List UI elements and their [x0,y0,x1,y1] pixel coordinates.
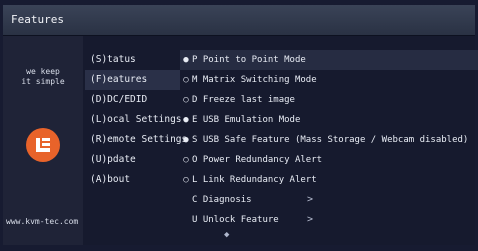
website-url: www.kvm-tec.com [6,217,79,226]
window: Features we keep it simple www.kvm-tec.c… [0,0,478,251]
feature-link-redundancy-alert[interactable]: ○ L Link Redundancy Alert [180,170,478,190]
feature-usb-emulation[interactable]: ● E USB Emulation Mode [180,110,478,130]
radio-on-icon: ● [183,55,189,65]
feature-label: M Matrix Switching Mode [192,75,317,85]
menu-item-remote-settings[interactable]: (R)emote Settings [85,130,187,150]
feature-label: L Link Redundancy Alert [192,175,317,185]
slogan-line-2: it simple [21,77,65,86]
feature-label: P Point to Point Mode [192,55,306,65]
radio-off-icon: ○ [183,95,189,105]
feature-power-redundancy-alert[interactable]: ○ O Power Redundancy Alert [180,150,478,170]
menu-item-local-settings[interactable]: (L)ocal Settings [85,110,182,130]
title-bar: Features [3,5,475,36]
kvm-tec-logo-icon [26,128,60,162]
feature-usb-safe[interactable]: ● S USB Safe Feature (Mass Storage / Webc… [180,130,478,150]
menu-item-ddc-edid[interactable]: (D)DC/EDID [85,90,180,110]
main-menu: (S)tatus (F)eatures (D)DC/EDID (L)ocal S… [85,50,187,190]
feature-label: O Power Redundancy Alert [192,155,323,165]
chevron-right-icon: > [307,194,314,205]
scroll-down-icon[interactable]: ◆ [224,230,229,240]
menu-item-status[interactable]: (S)tatus [85,50,180,70]
feature-freeze-last-image[interactable]: ○ D Freeze last image [180,90,478,110]
feature-label: U Unlock Feature [192,215,279,225]
radio-off-icon: ○ [183,175,189,185]
radio-on-icon: ● [183,115,189,125]
brand-panel: we keep it simple www.kvm-tec.com [3,36,83,245]
radio-on-icon: ● [183,135,189,145]
menu-item-about[interactable]: (A)bout [85,170,180,190]
menu-item-features[interactable]: (F)eatures [85,70,180,90]
feature-label: D Freeze last image [192,95,295,105]
feature-matrix-switching[interactable]: ○ M Matrix Switching Mode [180,70,478,90]
radio-off-icon: ○ [183,75,189,85]
menu-item-update[interactable]: (U)pdate [85,150,180,170]
feature-diagnosis[interactable]: C Diagnosis > [180,190,478,210]
feature-label: C Diagnosis [192,195,252,205]
window-title: Features [11,13,64,26]
chevron-right-icon: > [307,214,314,225]
features-submenu: ● P Point to Point Mode ○ M Matrix Switchi… [180,50,478,230]
content-area: we keep it simple www.kvm-tec.com (S)tat… [3,36,478,245]
feature-unlock[interactable]: U Unlock Feature > [180,210,478,230]
feature-label: S USB Safe Feature (Mass Storage / Webca… [192,135,469,145]
feature-label: E USB Emulation Mode [192,115,301,125]
feature-point-to-point[interactable]: ● P Point to Point Mode [180,50,478,70]
slogan-line-1: we keep [26,67,60,76]
radio-off-icon: ○ [183,155,189,165]
